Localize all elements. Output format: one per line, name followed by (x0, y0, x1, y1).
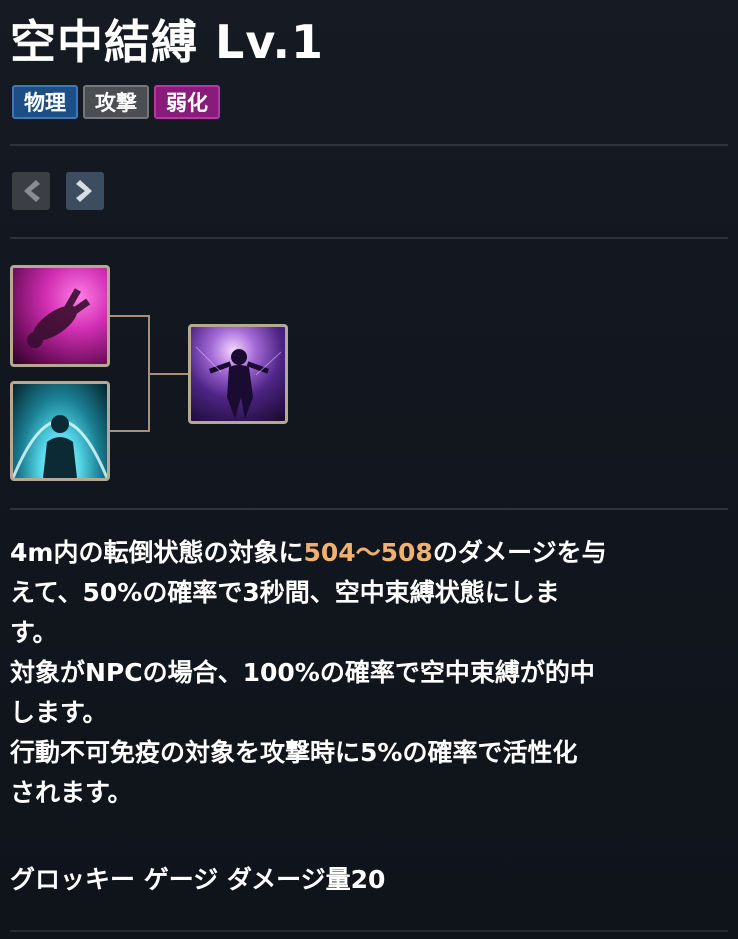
divider (10, 144, 728, 146)
description-text: 4m内の転倒状態の対象に (10, 538, 304, 567)
divider (10, 237, 728, 239)
connector-line (110, 315, 149, 317)
tag-debuff: 弱化 (154, 85, 220, 119)
aerial-bind-skill-icon[interactable] (188, 324, 288, 424)
divider (10, 508, 728, 510)
tag-physical: 物理 (12, 85, 78, 119)
tag-attack: 攻撃 (83, 85, 149, 119)
skill-title: 空中結縛 Lv.1 (10, 15, 325, 69)
chevron-right-icon (76, 180, 92, 202)
connector-line (148, 373, 188, 375)
chevron-left-icon (24, 180, 40, 202)
groggy-gauge-damage: グロッキー ゲージ ダメージ量20 (10, 865, 386, 894)
damage-range: 504〜508 (303, 538, 433, 567)
next-button[interactable] (66, 172, 104, 210)
knockdown-skill-icon[interactable] (10, 265, 110, 367)
barrier-skill-icon[interactable] (10, 381, 110, 481)
connector-line (110, 430, 149, 432)
skill-tags: 物理 攻撃 弱化 (12, 85, 220, 119)
description-text: のダメージを与 (432, 538, 607, 567)
previous-button[interactable] (12, 172, 50, 210)
description-text: えて、50%の確率で3秒間、空中束縛状態にしま す。 対象がNPCの場合、100… (10, 578, 595, 807)
skill-description: 4m内の転倒状態の対象に504〜508のダメージを与 えて、50%の確率で3秒間… (10, 533, 730, 813)
divider (10, 930, 728, 932)
